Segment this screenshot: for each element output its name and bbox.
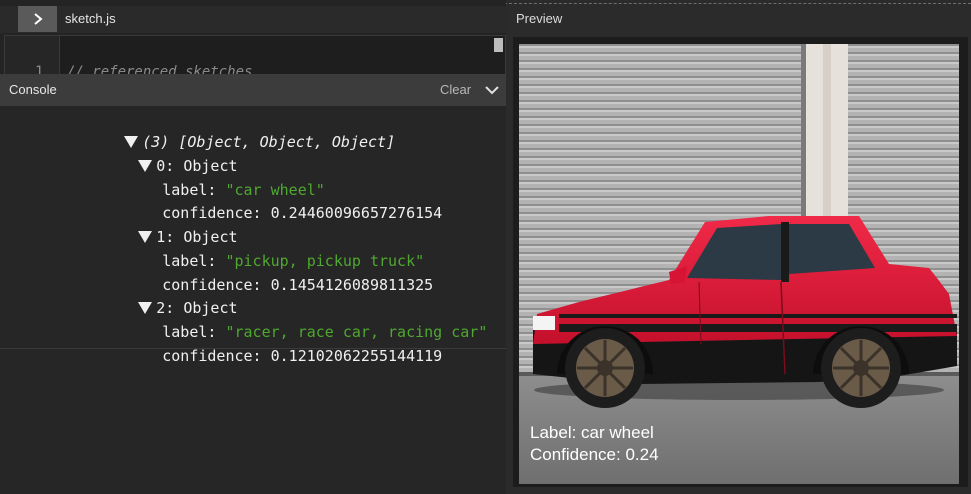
tab-sketch-js[interactable]: sketch.js bbox=[65, 10, 116, 28]
run-button[interactable] bbox=[18, 6, 57, 32]
editor-tabbar: sketch.js bbox=[0, 6, 506, 33]
console-title: Console bbox=[9, 82, 57, 97]
confidence-key: confidence: bbox=[162, 347, 262, 365]
code-editor[interactable]: 1 // referenced sketches bbox=[4, 35, 506, 75]
car-photo bbox=[519, 44, 959, 484]
overlay-confidence: Confidence: 0.24 bbox=[530, 445, 659, 464]
chevron-down-icon[interactable] bbox=[484, 83, 500, 97]
confidence-value: 0.12102062255144119 bbox=[270, 347, 443, 365]
clear-button[interactable]: Clear bbox=[440, 82, 471, 97]
console-divider bbox=[0, 348, 506, 349]
confidence-value: 0.1454126089811325 bbox=[270, 276, 434, 294]
editor-scrollbar[interactable] bbox=[494, 38, 503, 52]
overlay-label: Label: car wheel bbox=[530, 423, 654, 442]
preview-canvas[interactable] bbox=[519, 44, 959, 484]
editor-pane: sketch.js 1 // referenced sketches Conso… bbox=[0, 0, 506, 494]
confidence-row-2: confidence: 0.12102062255144119 bbox=[90, 326, 442, 386]
play-chevron-icon bbox=[33, 13, 43, 25]
preview-title: Preview bbox=[516, 11, 563, 26]
console-header: Console Clear bbox=[0, 74, 506, 106]
line-gutter: 1 bbox=[5, 36, 60, 74]
app-window: sketch.js 1 // referenced sketches Conso… bbox=[0, 0, 971, 494]
console-output: (3) [Object, Object, Object] 0: Object l… bbox=[0, 106, 506, 494]
confidence-value: 0.24460096657276154 bbox=[270, 204, 443, 222]
